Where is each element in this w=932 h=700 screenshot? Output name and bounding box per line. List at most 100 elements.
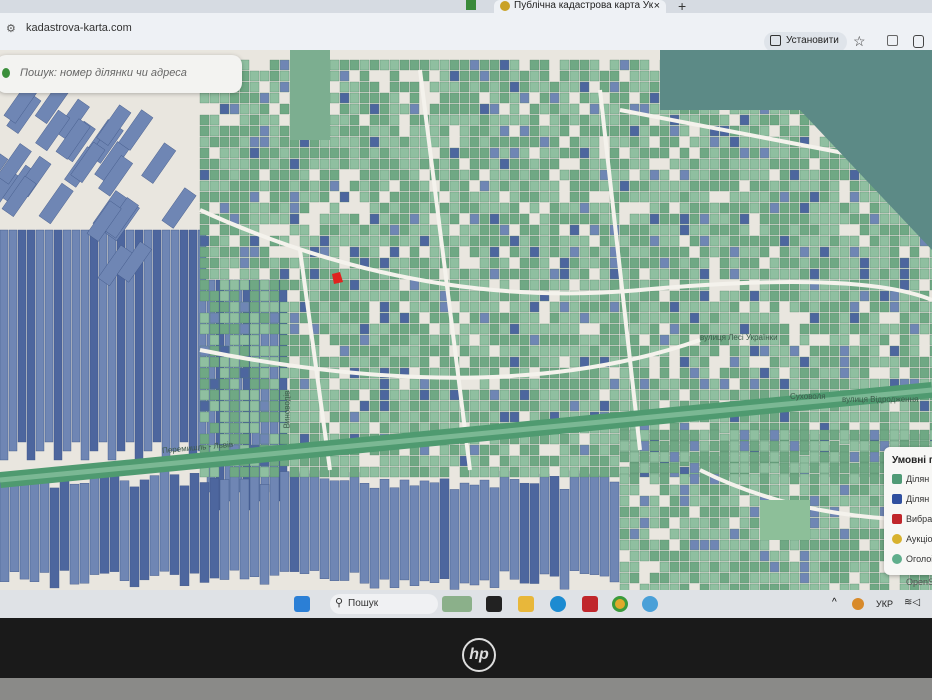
- tab-active[interactable]: Публічна кадастрова карта Ук ×: [494, 0, 666, 13]
- parcel: [419, 191, 430, 203]
- widgets-icon[interactable]: [442, 596, 472, 612]
- parcel: [899, 345, 910, 357]
- parcel: [209, 125, 220, 137]
- parcel: [719, 389, 730, 401]
- taskbar-search[interactable]: ⚲ Пошук: [330, 594, 438, 614]
- map-canvas[interactable]: [0, 50, 932, 590]
- parcel: [249, 136, 260, 148]
- parcel: [659, 147, 670, 159]
- parcel: [369, 257, 380, 269]
- chrome-icon[interactable]: [612, 596, 628, 612]
- language-indicator[interactable]: УКР: [876, 599, 893, 609]
- street-label: Суховоля: [790, 392, 826, 401]
- parcel: [889, 429, 900, 441]
- parcel: [839, 202, 850, 214]
- parcel: [119, 480, 130, 581]
- parcel: [389, 466, 400, 478]
- parcel: [609, 125, 620, 137]
- extension-icon[interactable]: [887, 35, 898, 46]
- parcel: [619, 572, 630, 584]
- parcel: [509, 466, 520, 478]
- parcel: [339, 213, 350, 225]
- new-tab-button[interactable]: +: [678, 0, 686, 14]
- parcel: [629, 246, 640, 258]
- parcel: [609, 147, 620, 159]
- file-explorer-icon[interactable]: [518, 596, 534, 612]
- parcel: [689, 528, 700, 540]
- parcel: [759, 235, 770, 247]
- edge-icon[interactable]: [550, 596, 566, 612]
- parcel: [319, 191, 330, 203]
- parcel: [659, 572, 670, 584]
- parcel: [639, 180, 650, 192]
- parcel: [679, 429, 690, 441]
- parcel: [359, 59, 370, 71]
- parcel: [299, 422, 310, 434]
- parcel: [709, 213, 720, 225]
- parcel: [899, 312, 910, 324]
- parcel: [889, 301, 900, 313]
- parcel: [269, 136, 280, 148]
- parcel: [819, 473, 830, 485]
- parcel: [579, 158, 590, 170]
- legend-label: Вибра: [906, 514, 932, 524]
- install-button[interactable]: Установити: [764, 32, 847, 52]
- extensions-puzzle-icon[interactable]: [913, 35, 924, 48]
- parcel: [409, 312, 420, 324]
- close-tab-icon[interactable]: ×: [654, 0, 660, 12]
- green-tab-icon[interactable]: [466, 0, 476, 10]
- parcel: [719, 495, 730, 507]
- parcel: [489, 158, 500, 170]
- parcel: [809, 440, 820, 452]
- parcel: [829, 572, 840, 584]
- parcel: [679, 440, 690, 452]
- parcel: [849, 180, 860, 192]
- parcel: [619, 158, 630, 170]
- parcel: [469, 158, 480, 170]
- acrobat-icon[interactable]: [582, 596, 598, 612]
- parcel: [129, 486, 140, 588]
- parcel: [249, 246, 260, 258]
- parcel: [379, 455, 390, 467]
- parcel: [499, 389, 510, 401]
- parcel: [479, 345, 490, 357]
- parcel: [199, 411, 210, 423]
- parcel: [279, 158, 290, 170]
- parcel: [599, 224, 610, 236]
- legend-item: Вибра: [892, 514, 932, 534]
- parcel: [699, 550, 710, 562]
- parcel: [339, 92, 350, 104]
- app-icon[interactable]: [486, 596, 502, 612]
- parcel: [399, 323, 410, 335]
- parcel: [199, 400, 210, 412]
- parcel: [699, 451, 710, 463]
- parcel: [919, 312, 930, 324]
- site-settings-icon[interactable]: ⚙: [6, 22, 16, 35]
- parcel: [599, 334, 610, 346]
- parcel: [479, 301, 490, 313]
- parcel: [879, 202, 890, 214]
- map-search-input[interactable]: Пошук: номер ділянки чи адреса: [0, 55, 242, 93]
- app-icon[interactable]: [642, 596, 658, 612]
- cadastral-map[interactable]: вулиця Лесі Українки Суховоля вулиця Від…: [0, 50, 932, 590]
- windows-start-icon[interactable]: [294, 596, 310, 612]
- announcement-icon: [892, 554, 902, 564]
- parcel: [369, 345, 380, 357]
- parcel: [859, 411, 870, 423]
- parcel: [739, 257, 750, 269]
- parcel: [519, 323, 530, 335]
- map-attribution[interactable]: OpenS: [906, 577, 932, 587]
- parcel: [609, 301, 620, 313]
- parcel: [839, 429, 850, 441]
- bookmark-star-icon[interactable]: ☆: [853, 33, 866, 50]
- wifi-volume-icon[interactable]: ≋◁: [904, 597, 920, 608]
- parcel: [279, 345, 290, 357]
- tray-app-icon[interactable]: [852, 598, 864, 610]
- tray-expand-icon[interactable]: ^: [832, 597, 837, 608]
- parcel: [389, 136, 400, 148]
- parcel: [289, 301, 300, 313]
- url-field[interactable]: kadastrova-karta.com: [26, 22, 132, 34]
- parcel: [899, 411, 910, 423]
- parcel: [509, 301, 520, 313]
- parcel: [499, 444, 510, 456]
